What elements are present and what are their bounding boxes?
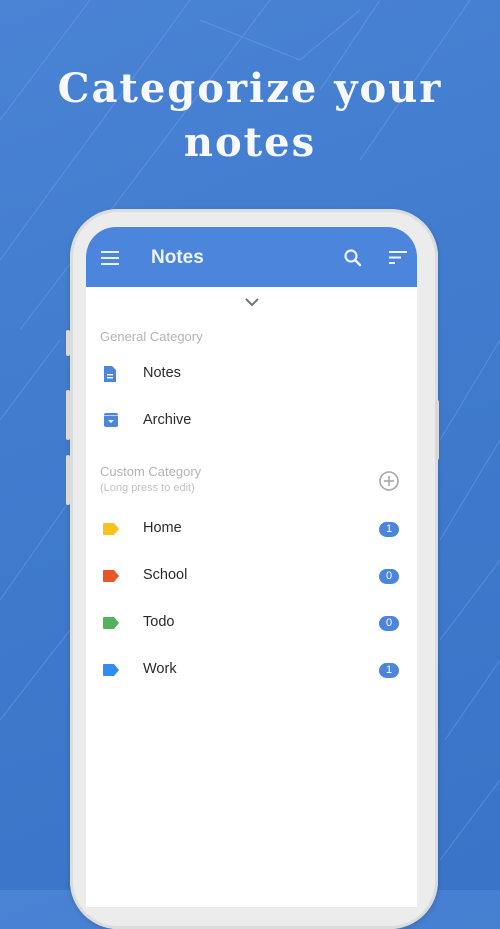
phone-side-button xyxy=(66,455,70,505)
add-circle-icon[interactable] xyxy=(378,470,400,492)
search-icon[interactable] xyxy=(343,248,363,268)
category-item-archive[interactable]: Archive xyxy=(86,401,417,441)
note-count-badge: 1 xyxy=(379,522,399,537)
app-bar: Notes xyxy=(86,227,417,287)
category-label: Archive xyxy=(143,412,192,428)
menu-icon[interactable] xyxy=(101,251,119,269)
promo-headline-line2: notes xyxy=(183,119,317,166)
note-count-badge: 0 xyxy=(379,616,399,631)
custom-category-item-work[interactable]: Work 1 xyxy=(86,650,417,690)
label-tag-icon xyxy=(103,523,119,535)
app-title: Notes xyxy=(151,247,204,268)
custom-category-item-home[interactable]: Home 1 xyxy=(86,509,417,549)
phone-side-button xyxy=(66,330,70,356)
note-count-badge: 0 xyxy=(379,569,399,584)
category-label: Work xyxy=(143,661,177,677)
phone-side-button xyxy=(66,390,70,440)
note-document-icon xyxy=(104,366,116,382)
label-tag-icon xyxy=(103,664,119,676)
general-category-label: General Category xyxy=(100,329,203,344)
app-screen: Notes General Category Notes Archive Cus xyxy=(86,227,417,907)
label-tag-icon xyxy=(103,617,119,629)
label-tag-icon xyxy=(103,570,119,582)
category-label: Notes xyxy=(143,365,181,381)
promo-headline-line1: Categorize your xyxy=(57,65,443,112)
note-count-badge: 1 xyxy=(379,663,399,678)
promo-headline: Categorize your notes xyxy=(0,62,500,170)
chevron-down-icon[interactable] xyxy=(244,297,260,307)
custom-category-label: Custom Category xyxy=(100,464,202,479)
category-label: School xyxy=(143,567,188,583)
category-label: Home xyxy=(143,520,182,536)
custom-category-hint: (Long press to edit) xyxy=(100,482,195,494)
category-label: Todo xyxy=(143,614,175,630)
phone-side-button xyxy=(435,400,439,460)
category-item-notes[interactable]: Notes xyxy=(86,354,417,394)
archive-icon xyxy=(104,413,118,427)
sort-icon[interactable] xyxy=(388,251,408,265)
custom-category-item-school[interactable]: School 0 xyxy=(86,556,417,596)
custom-category-item-todo[interactable]: Todo 0 xyxy=(86,603,417,643)
